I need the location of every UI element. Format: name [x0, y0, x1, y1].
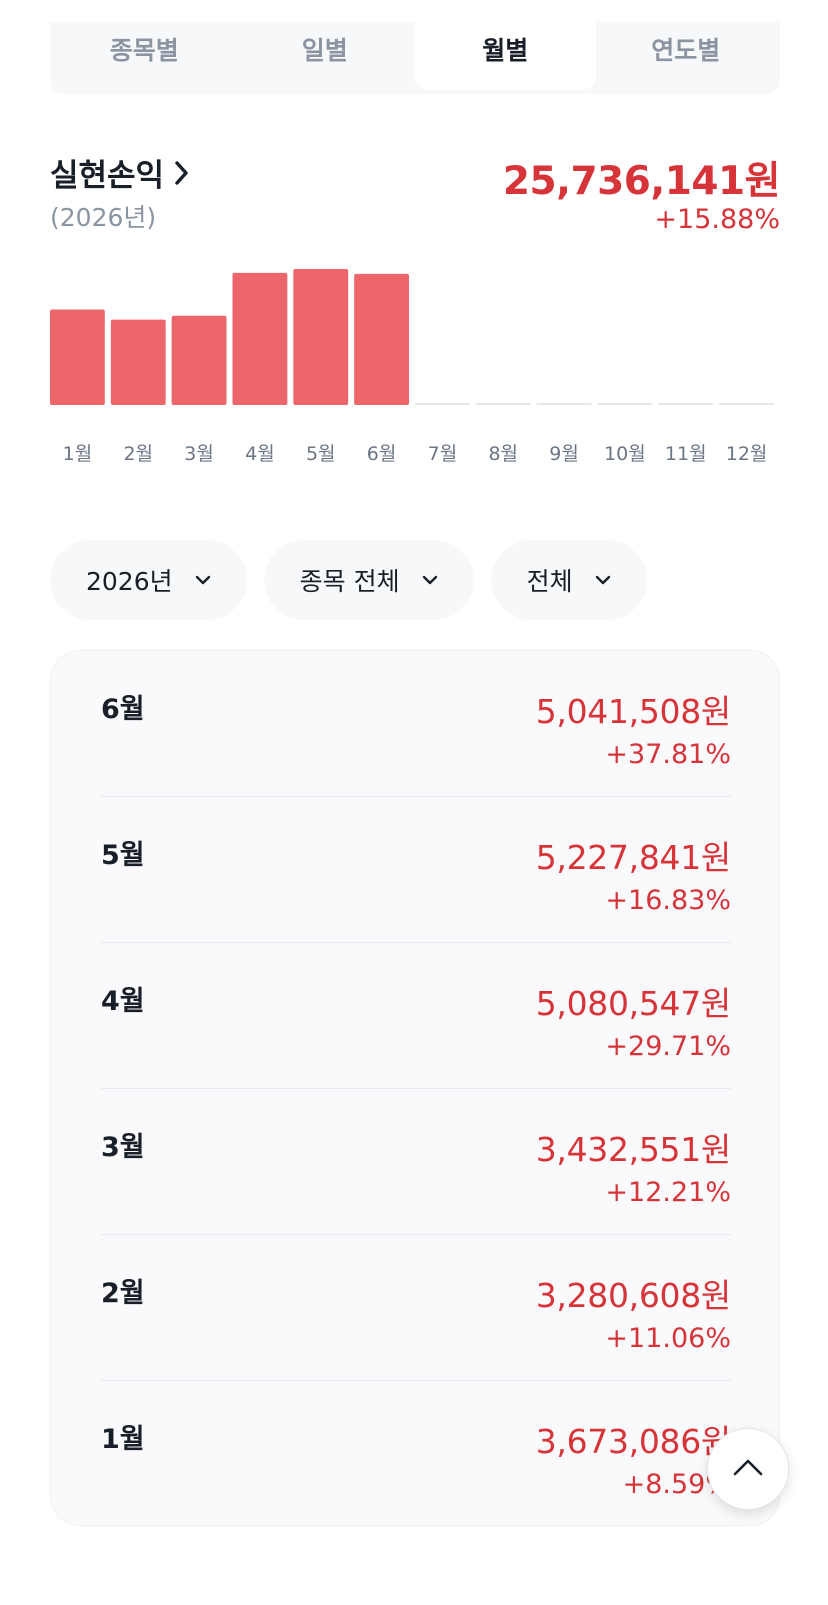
row-month: 6월: [101, 694, 145, 725]
year-filter-label: 2026년: [86, 567, 173, 596]
chart-x-tick-label: 1월: [63, 443, 93, 465]
filter-bar: 2026년 종목 전체 전체: [50, 540, 647, 620]
row-month: 2월: [101, 1278, 145, 1309]
chart-x-tick-label: 10월: [604, 443, 646, 465]
row-amount: 5,041,508원: [535, 692, 732, 731]
row-amount: 3,432,551원: [535, 1130, 732, 1169]
chart-bar-6: [354, 273, 409, 405]
chart-x-tick-label: 4월: [245, 443, 275, 465]
type-filter-dropdown[interactable]: 전체: [490, 540, 647, 620]
row-percent: +12.21%: [605, 1177, 731, 1208]
realized-pnl-title: 실현손익: [50, 158, 165, 194]
chart-x-tick-label: 8월: [488, 443, 518, 465]
tab-by-stock[interactable]: 종목별: [54, 22, 235, 90]
tab-yearly[interactable]: 연도별: [596, 22, 777, 90]
chevron-right-icon: [174, 160, 190, 186]
summary-year: (2026년): [50, 203, 157, 232]
chart-empty-bar-8: [475, 403, 531, 405]
chart-bar-4: [232, 272, 288, 405]
chart-x-tick-label: 7월: [428, 443, 458, 465]
chart-empty-bar-7: [415, 403, 470, 405]
chevron-down-icon: [595, 575, 611, 585]
scroll-to-top-button[interactable]: [707, 1428, 789, 1510]
list-item[interactable]: 1월 3,673,086원 +8.59%: [101, 1381, 731, 1527]
row-amount: 5,227,841원: [535, 838, 732, 877]
type-filter-label: 전체: [526, 567, 573, 596]
chevron-down-icon: [422, 575, 438, 585]
chart-x-tick-label: 12월: [726, 443, 768, 465]
row-month: 3월: [101, 1132, 145, 1163]
stock-filter-dropdown[interactable]: 종목 전체: [263, 540, 474, 620]
stock-filter-label: 종목 전체: [299, 567, 400, 596]
chart-bar-1: [50, 309, 105, 405]
row-amount: 3,280,608원: [535, 1276, 732, 1315]
monthly-pnl-list: 6월 5,041,508원 +37.81% 5월 5,227,841원 +16.…: [50, 650, 780, 1526]
row-amount: 3,673,086원: [535, 1422, 732, 1461]
row-amount: 5,080,547원: [535, 984, 732, 1023]
monthly-pnl-chart-svg: 1월 2월 3월 4월 5월 6월 7월 8월 9월 10월 11월 12월: [50, 269, 774, 465]
chart-x-tick-label: 11월: [665, 443, 707, 465]
row-month: 1월: [101, 1424, 145, 1455]
chart-empty-bar-11: [658, 403, 714, 405]
summary-percent: +15.88%: [654, 204, 780, 235]
list-item[interactable]: 4월 5,080,547원 +29.71%: [101, 943, 731, 1089]
list-item[interactable]: 5월 5,227,841원 +16.83%: [101, 797, 731, 943]
list-item[interactable]: 3월 3,432,551원 +12.21%: [101, 1089, 731, 1235]
chart-x-tick-label: 9월: [549, 443, 579, 465]
chart-x-tick-label: 5월: [306, 443, 336, 465]
row-percent: +29.71%: [605, 1031, 731, 1062]
chevron-up-icon: [732, 1457, 764, 1481]
chevron-down-icon: [195, 575, 211, 585]
chart-empty-bar-9: [536, 403, 592, 405]
chart-bar-2: [110, 319, 166, 405]
list-item[interactable]: 2월 3,280,608원 +11.06%: [101, 1235, 731, 1381]
chart-empty-bar-10: [597, 403, 653, 405]
chart-bar-3: [171, 315, 227, 405]
row-percent: +11.06%: [605, 1323, 731, 1354]
year-filter-dropdown[interactable]: 2026년: [50, 540, 247, 620]
row-month: 4월: [101, 986, 145, 1017]
tab-monthly[interactable]: 월별: [415, 22, 596, 90]
tab-daily[interactable]: 일별: [235, 22, 416, 90]
row-month: 5월: [101, 840, 145, 871]
realized-pnl-title-link[interactable]: 실현손익: [50, 150, 190, 195]
list-item[interactable]: 6월 5,041,508원 +37.81%: [101, 651, 731, 797]
chart-x-tick-label: 6월: [367, 443, 397, 465]
chart-x-tick-label: 2월: [123, 443, 153, 465]
period-tabs: 종목별 일별 월별 연도별: [50, 22, 780, 94]
row-percent: +16.83%: [605, 885, 731, 916]
row-percent: +37.81%: [605, 739, 731, 770]
chart-empty-bar-12: [719, 403, 774, 405]
chart-x-tick-label: 3월: [184, 443, 214, 465]
monthly-pnl-chart: 1월 2월 3월 4월 5월 6월 7월 8월 9월 10월 11월 12월: [50, 255, 780, 485]
summary-amount: 25,736,141원: [502, 159, 781, 204]
chart-bar-5: [293, 269, 349, 405]
